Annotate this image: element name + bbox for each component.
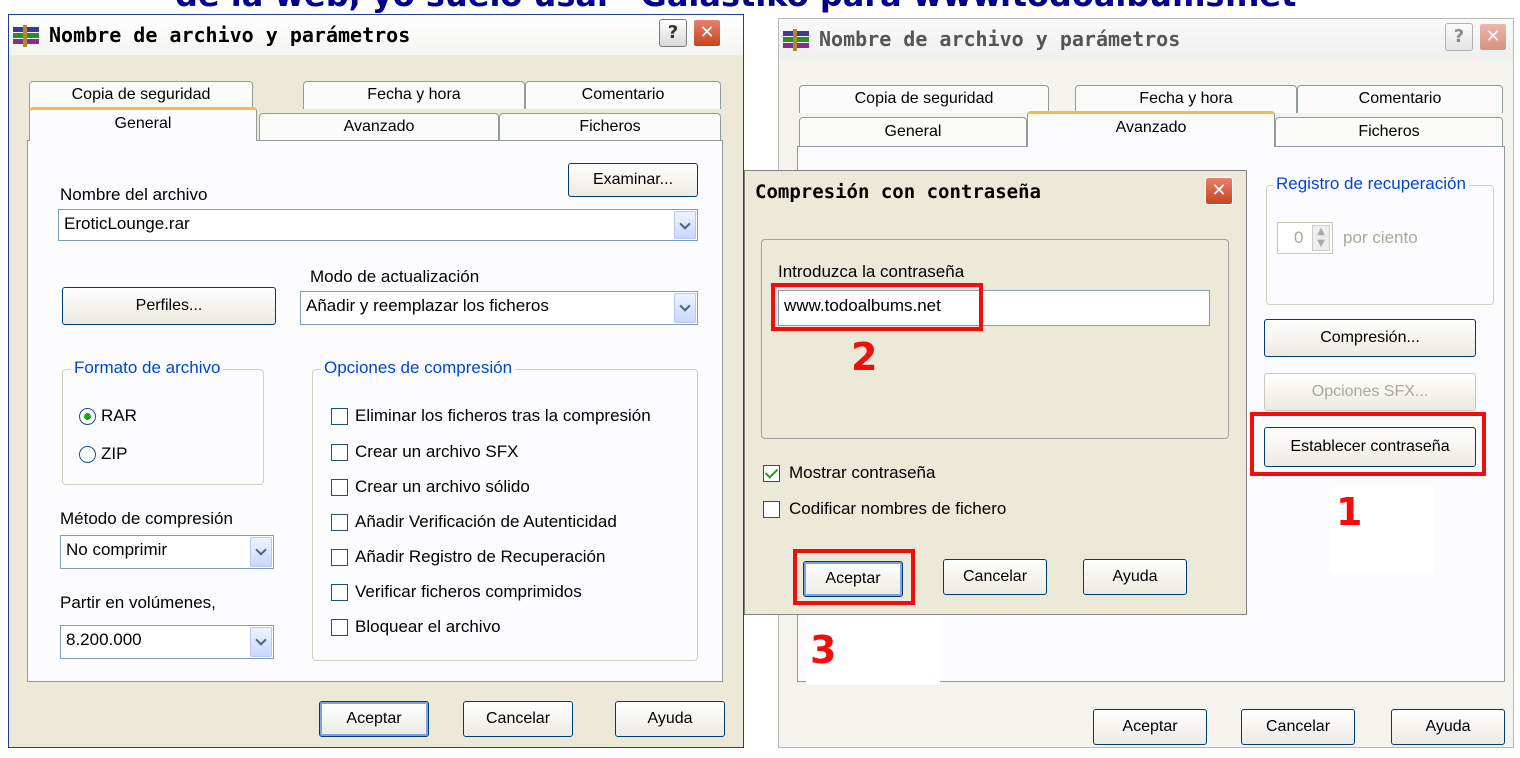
update-mode-combo[interactable]: Añadir y reemplazar los ficheros (300, 291, 698, 325)
close-title-button[interactable]: ✕ (693, 19, 721, 47)
password-group: Introduzca la contraseña www.todoalbums.… (761, 239, 1229, 439)
option-label: Añadir Verificación de Autenticidad (355, 512, 617, 531)
recovery-legend: Registro de recuperación (1273, 174, 1469, 194)
compression-options-legend: Opciones de compresión (321, 358, 516, 378)
dialog-help-button[interactable]: Ayuda (1083, 559, 1187, 595)
window-title: Nombre de archivo y parámetros (49, 23, 411, 47)
tab-comment[interactable]: Comentario (1297, 85, 1503, 113)
encrypt-names-checkbox[interactable] (763, 501, 780, 518)
option-label: Crear un archivo sólido (355, 477, 530, 496)
dialog-cancel-button[interactable]: Cancelar (943, 559, 1047, 595)
tab-date-time[interactable]: Fecha y hora (303, 81, 525, 109)
close-title-button[interactable]: ✕ (1479, 23, 1507, 51)
option-checkbox[interactable] (331, 549, 348, 566)
password-prompt: Introduzca la contraseña (778, 262, 965, 281)
option-label: Crear un archivo SFX (355, 442, 519, 461)
show-password-checkbox[interactable] (763, 465, 780, 482)
rar-radio[interactable] (79, 408, 96, 425)
title-bar[interactable]: Nombre de archivo y parámetros ? ✕ (9, 15, 743, 55)
browse-button[interactable]: Examinar... (568, 163, 698, 197)
cancel-button[interactable]: Cancelar (463, 701, 573, 737)
title-bar[interactable]: Nombre de archivo y parámetros ? ✕ (779, 19, 1513, 59)
close-icon[interactable]: ✕ (1205, 177, 1233, 205)
split-combo[interactable]: 8.200.000 (60, 625, 274, 659)
zip-label: ZIP (101, 444, 128, 463)
update-mode-value: Añadir y reemplazar los ficheros (306, 296, 549, 315)
profiles-button[interactable]: Perfiles... (62, 287, 276, 325)
option-checkbox[interactable] (331, 408, 348, 425)
option-label: Añadir Registro de Recuperación (355, 547, 606, 566)
option-checkbox[interactable] (331, 619, 348, 636)
rar-label: RAR (101, 406, 137, 425)
step-number-3: 3 (810, 628, 837, 672)
option-checkbox[interactable] (331, 444, 348, 461)
winrar-icon (13, 25, 39, 47)
sfx-options-button[interactable]: Opciones SFX... (1264, 373, 1476, 411)
option-checkbox[interactable] (331, 514, 348, 531)
general-panel: Nombre del archivo Examinar... EroticLou… (27, 140, 723, 682)
cancel-button[interactable]: Cancelar (1241, 709, 1355, 745)
dialog-title-bar[interactable]: Compresión con contraseña ✕ (745, 171, 1246, 211)
help-button[interactable]: Ayuda (1391, 709, 1505, 745)
tab-general[interactable]: General (799, 117, 1027, 147)
zip-radio[interactable] (79, 446, 96, 463)
tab-advanced[interactable]: Avanzado (1027, 111, 1275, 147)
chevron-down-icon[interactable] (674, 211, 696, 239)
tab-files[interactable]: Ficheros (1275, 117, 1503, 147)
option-checkbox[interactable] (331, 479, 348, 496)
dialog-title: Compresión con contraseña (755, 181, 1041, 203)
chevron-down-icon[interactable] (674, 293, 696, 323)
filename-value: EroticLounge.rar (64, 214, 190, 233)
compression-options-group: Opciones de compresión Eliminar los fich… (312, 358, 698, 661)
option-label: Eliminar los ficheros tras la compresión (355, 406, 651, 425)
method-value: No comprimir (66, 540, 168, 559)
winrar-icon (783, 29, 809, 51)
page-headline: de la web, yo suelo usar "Galastiko para… (0, 0, 1520, 14)
help-title-button[interactable]: ? (659, 19, 687, 47)
tab-date-time[interactable]: Fecha y hora (1075, 85, 1297, 113)
option-checkbox[interactable] (331, 584, 348, 601)
help-title-button[interactable]: ? (1445, 23, 1473, 51)
tab-advanced[interactable]: Avanzado (259, 113, 499, 141)
ok-button[interactable]: Aceptar (1093, 709, 1207, 745)
tab-general[interactable]: General (29, 107, 257, 141)
highlight-box-3 (793, 549, 915, 605)
spin-arrows-icon[interactable]: ▲ ▼ (1312, 225, 1330, 251)
compression-button[interactable]: Compresión... (1264, 319, 1476, 357)
show-password-label: Mostrar contraseña (789, 463, 936, 482)
chevron-down-icon[interactable] (250, 627, 272, 657)
chevron-down-icon[interactable] (250, 537, 272, 567)
method-label: Método de compresión (60, 509, 233, 528)
option-label: Verificar ficheros comprimidos (355, 582, 582, 601)
tab-comment[interactable]: Comentario (525, 81, 721, 109)
highlight-box-2 (771, 283, 983, 331)
window-title: Nombre de archivo y parámetros (819, 27, 1181, 51)
highlight-box-1 (1250, 412, 1486, 476)
encrypt-names-label: Codificar nombres de fichero (789, 499, 1007, 518)
step-number-1: 1 (1336, 490, 1363, 534)
recovery-value: 0 (1294, 228, 1304, 247)
recovery-spinner[interactable]: 0 ▲ ▼ (1277, 222, 1333, 254)
help-button[interactable]: Ayuda (615, 701, 725, 737)
tab-backup[interactable]: Copia de seguridad (29, 81, 253, 109)
archive-params-window-left: Nombre de archivo y parámetros ? ✕ Copia… (8, 14, 744, 748)
recovery-group: Registro de recuperación 0 ▲ ▼ por ciento (1266, 174, 1494, 305)
split-label: Partir en volúmenes, (60, 593, 216, 612)
tab-backup[interactable]: Copia de seguridad (799, 85, 1049, 113)
method-combo[interactable]: No comprimir (60, 535, 274, 569)
recovery-unit: por ciento (1343, 228, 1418, 247)
update-mode-label: Modo de actualización (310, 267, 480, 286)
ok-button[interactable]: Aceptar (319, 701, 429, 737)
split-value: 8.200.000 (66, 630, 142, 649)
tab-files[interactable]: Ficheros (499, 113, 721, 141)
password-dialog: Compresión con contraseña ✕ Introduzca l… (744, 170, 1247, 615)
filename-label: Nombre del archivo (60, 185, 208, 204)
format-legend: Formato de archivo (71, 358, 224, 378)
filename-combo[interactable]: EroticLounge.rar (58, 209, 698, 241)
headline-text: de la web, yo suelo usar "Galastiko para… (175, 0, 1296, 14)
option-label: Bloquear el archivo (355, 617, 501, 636)
step-number-2: 2 (851, 335, 878, 379)
format-group: Formato de archivo RAR ZIP (62, 358, 264, 485)
